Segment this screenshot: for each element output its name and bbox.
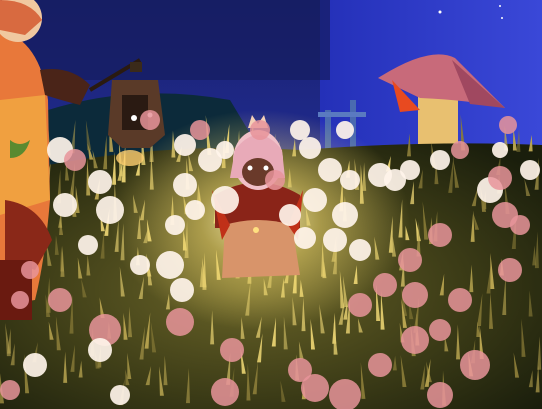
petal xyxy=(301,374,329,402)
petal xyxy=(323,228,347,252)
game-viewport xyxy=(0,0,542,409)
petal xyxy=(400,160,420,180)
petal xyxy=(53,193,77,217)
petal xyxy=(78,235,98,255)
petal xyxy=(336,121,354,139)
petal xyxy=(48,288,72,312)
petal xyxy=(88,170,112,194)
petal xyxy=(348,293,372,317)
petal xyxy=(448,288,472,312)
petal xyxy=(398,248,422,272)
petal xyxy=(190,120,210,140)
petal xyxy=(428,223,452,247)
petal xyxy=(173,173,197,197)
petal xyxy=(96,196,124,224)
petal xyxy=(174,134,196,156)
petal xyxy=(211,378,239,406)
petal xyxy=(166,308,194,336)
petal xyxy=(250,120,270,140)
petal xyxy=(165,215,185,235)
petal xyxy=(279,204,301,226)
petal xyxy=(373,273,397,297)
petal xyxy=(21,261,39,279)
petal xyxy=(170,278,194,302)
petal xyxy=(299,137,321,159)
petal xyxy=(401,326,429,354)
petal xyxy=(11,291,29,309)
petal xyxy=(0,380,20,400)
petal xyxy=(294,227,316,249)
petal xyxy=(340,170,360,190)
petal xyxy=(318,158,342,182)
petal xyxy=(402,282,428,308)
petal xyxy=(427,382,453,408)
petal xyxy=(185,200,205,220)
petal xyxy=(130,255,150,275)
petal xyxy=(220,338,244,362)
petal xyxy=(368,353,392,377)
petal xyxy=(460,350,490,380)
petal xyxy=(64,149,86,171)
petal xyxy=(349,239,371,261)
petal xyxy=(510,215,530,235)
petal xyxy=(156,251,184,279)
petal xyxy=(429,319,451,341)
petal xyxy=(492,142,508,158)
scene-canvas xyxy=(0,0,542,409)
petal xyxy=(498,258,522,282)
petal xyxy=(88,338,112,362)
petal xyxy=(520,160,540,180)
petal xyxy=(290,120,310,140)
petal xyxy=(110,385,130,405)
petal xyxy=(216,141,234,159)
petal xyxy=(451,141,469,159)
petal xyxy=(140,110,160,130)
petal xyxy=(332,202,358,228)
petal xyxy=(430,150,450,170)
petal xyxy=(499,116,517,134)
petal xyxy=(265,170,285,190)
petal xyxy=(23,353,47,377)
petal xyxy=(488,166,512,190)
petal xyxy=(211,186,239,214)
petal xyxy=(303,188,327,212)
